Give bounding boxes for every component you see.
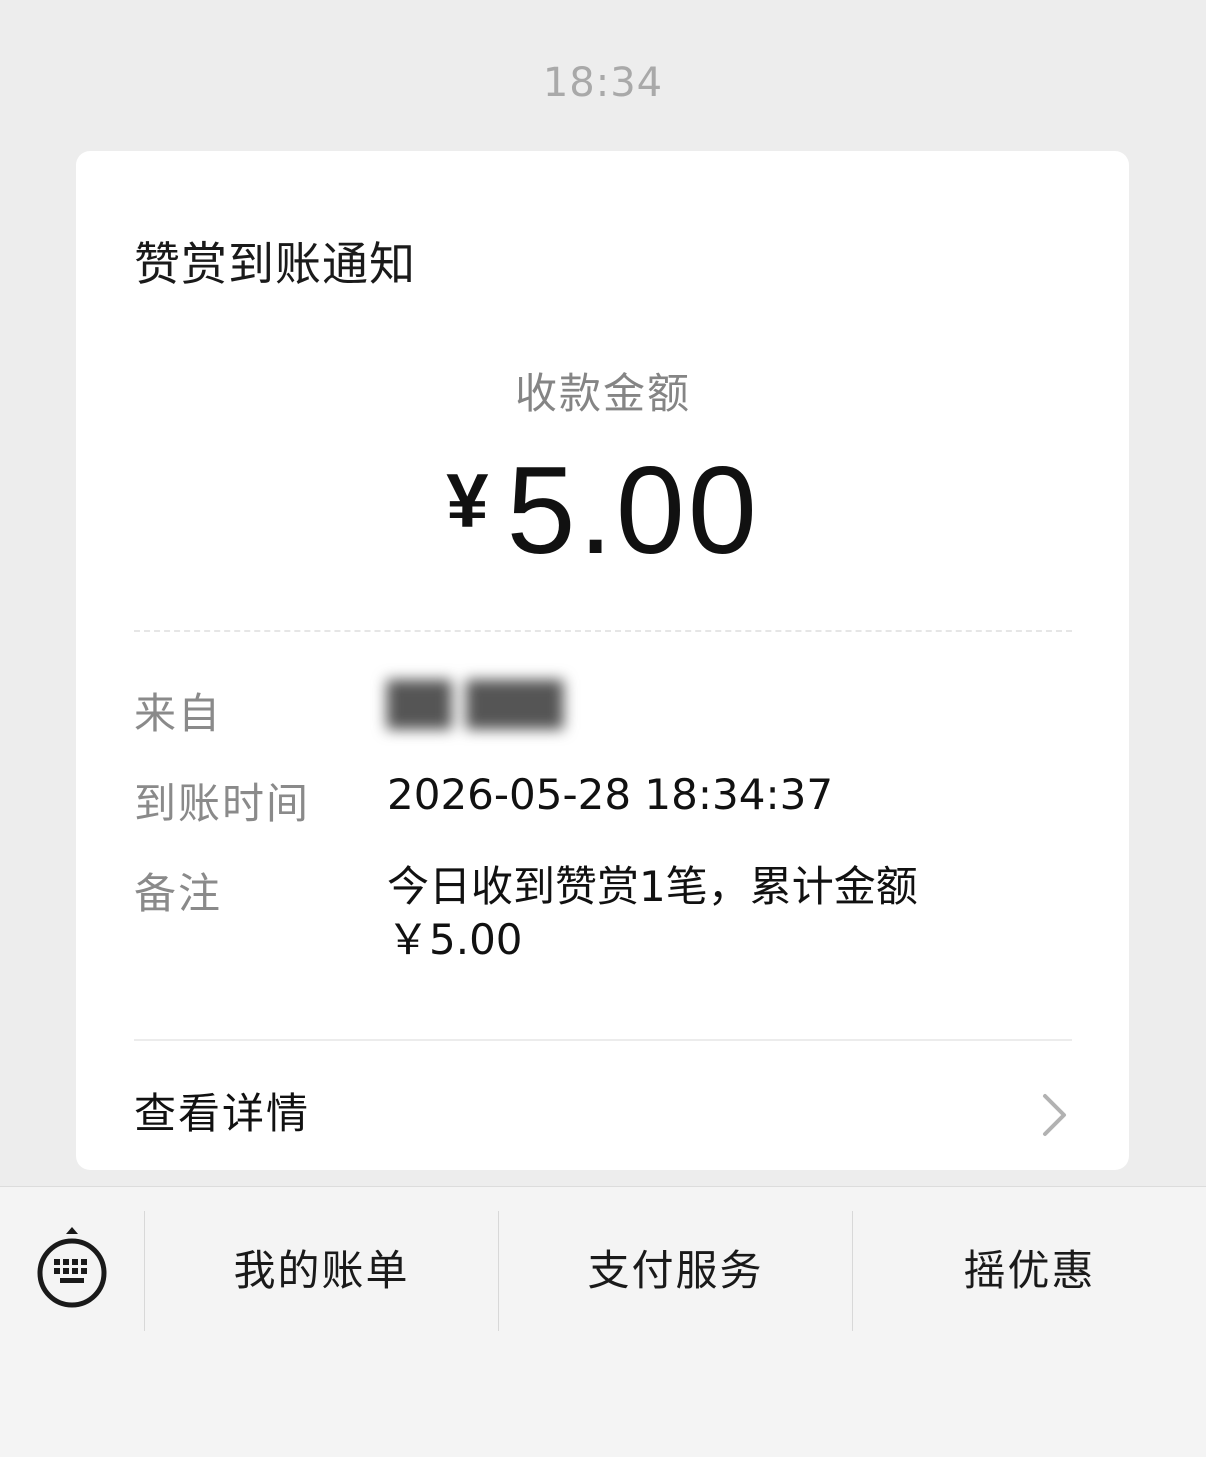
from-label: 来自: [134, 689, 223, 738]
message-timestamp: 18:34: [542, 60, 664, 106]
payment-notification-card: [76, 151, 1129, 1170]
currency-symbol: ¥: [446, 459, 489, 544]
keyboard-icon: [32, 1225, 112, 1319]
menu-item-shake-discounts[interactable]: 摇优惠: [853, 1211, 1206, 1331]
card-title: 赞赏到账通知: [134, 237, 416, 291]
details-divider: [134, 1039, 1072, 1041]
dashed-divider: [134, 630, 1072, 632]
view-details-label: 查看详情: [134, 1089, 311, 1138]
menu-item-payment-services[interactable]: 支付服务: [499, 1211, 852, 1331]
amount-display: ¥5.00: [0, 440, 1206, 582]
note-value: 今日收到赞赏1笔，累计金额 ￥5.00: [387, 860, 987, 966]
bottom-menu-bar: 我的账单 支付服务 摇优惠: [0, 1186, 1206, 1457]
from-value: ██ ███: [387, 680, 564, 729]
note-value-line-2: ￥5.00: [387, 915, 523, 964]
amount-value: 5.00: [506, 442, 760, 580]
arrival-time-label: 到账时间: [134, 779, 311, 828]
menu-item-my-bills[interactable]: 我的账单: [145, 1211, 498, 1331]
view-details-row[interactable]: 查看详情: [76, 1060, 1129, 1160]
keyboard-toggle-button[interactable]: [32, 1225, 112, 1315]
amount-label: 收款金额: [514, 369, 691, 418]
note-label: 备注: [134, 869, 223, 918]
note-value-line-1: 今日收到赞赏1笔，累计金额: [387, 862, 918, 911]
arrival-time-value: 2026-05-28 18:34:37: [387, 770, 834, 819]
chevron-right-icon: [1038, 1092, 1068, 1142]
